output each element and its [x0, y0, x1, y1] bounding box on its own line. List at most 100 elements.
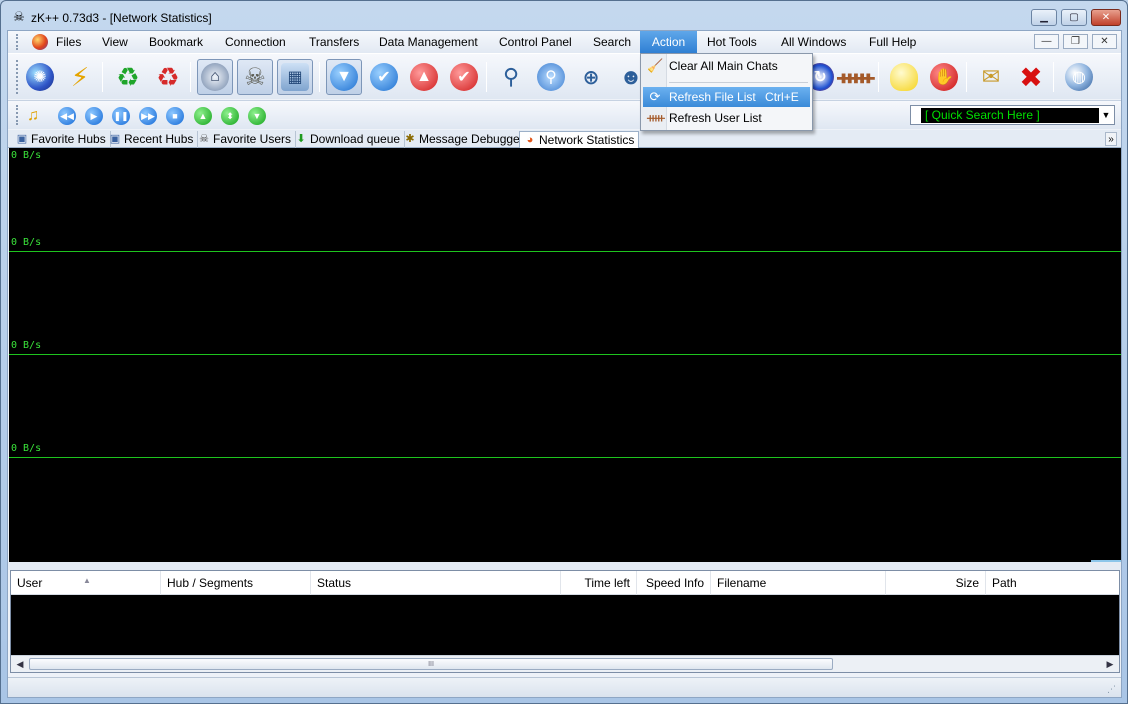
- network-button[interactable]: ✺: [22, 59, 58, 95]
- column-header-filename[interactable]: Filename: [711, 571, 886, 595]
- menu-full-help[interactable]: Full Help: [861, 31, 924, 53]
- tab-label: Download queue: [310, 132, 401, 146]
- rate-label: 0 B/s: [11, 237, 42, 248]
- quick-search-combo[interactable]: ▼: [910, 105, 1115, 125]
- reconnect-button[interactable]: ⚡: [62, 59, 98, 95]
- download-button[interactable]: ▼: [326, 59, 362, 95]
- cubes-button[interactable]: ▦: [277, 59, 313, 95]
- scroll-thumb[interactable]: III: [29, 658, 833, 670]
- sort-ascending-icon: ▲: [83, 576, 91, 585]
- window-title: zK++ 0.73d3 - [Network Statistics]: [31, 11, 212, 25]
- quick-search-input[interactable]: [921, 108, 1099, 123]
- menu-grip[interactable]: [16, 34, 19, 50]
- search-spy-button[interactable]: ⚲: [533, 59, 569, 95]
- scroll-left-icon[interactable]: ◀: [12, 657, 28, 671]
- zoom-in-button[interactable]: ⊕: [573, 59, 609, 95]
- menu-item-refresh-user-list[interactable]: ᚔ Refresh User List: [643, 108, 810, 128]
- play-icon[interactable]: ▶: [85, 107, 103, 125]
- menu-bookmark[interactable]: Bookmark: [141, 31, 211, 53]
- checkmark-red-button[interactable]: ✔: [446, 59, 482, 95]
- tab-message-debugger[interactable]: ✱ Message Debugger: [400, 131, 529, 148]
- toolbar-separator: [1053, 62, 1054, 92]
- mail-button[interactable]: ✉: [973, 59, 1009, 95]
- menu-hot-tools[interactable]: Hot Tools: [699, 31, 765, 53]
- menu-transfers[interactable]: Transfers: [301, 31, 367, 53]
- tab-favorite-users[interactable]: ☠ Favorite Users: [194, 131, 297, 148]
- menu-all-windows[interactable]: All Windows: [773, 31, 854, 53]
- toolbar-separator: [966, 62, 967, 92]
- column-header-path[interactable]: Path: [986, 571, 1119, 595]
- app-menu-icon[interactable]: [32, 34, 48, 50]
- column-header-speed-info[interactable]: Speed Info: [637, 571, 711, 595]
- public-hubs-icon: ⌂: [201, 63, 229, 91]
- up-down-arrow-icon[interactable]: ⬍: [221, 107, 239, 125]
- column-header-user[interactable]: User ▲: [11, 571, 161, 595]
- mdi-minimize-button[interactable]: —: [1034, 34, 1059, 49]
- mdi-close-button[interactable]: ✕: [1092, 34, 1117, 49]
- menu-connection[interactable]: Connection: [217, 31, 294, 53]
- chevron-down-icon[interactable]: ▼: [1100, 108, 1112, 123]
- rate-label: 0 B/s: [11, 443, 42, 454]
- column-header-hub-segments[interactable]: Hub / Segments: [161, 571, 311, 595]
- menu-item-clear-all-main-chats[interactable]: 🧹 Clear All Main Chats: [643, 56, 810, 76]
- toolbar-grip[interactable]: [16, 105, 19, 125]
- users-group-button[interactable]: ᚔ: [837, 59, 874, 95]
- resize-grip-icon[interactable]: ⋰: [1107, 683, 1119, 695]
- column-header-size[interactable]: Size: [886, 571, 986, 595]
- tab-recent-hubs[interactable]: ▣ Recent Hubs: [105, 131, 199, 148]
- toolbar-grip[interactable]: [16, 60, 19, 94]
- status-bar: ⋰: [8, 677, 1121, 697]
- search-button[interactable]: ⚲: [493, 59, 529, 95]
- maximize-button[interactable]: ▢: [1061, 9, 1087, 26]
- tab-download-queue[interactable]: ⬇ Download queue: [291, 131, 406, 148]
- search-spy-icon: ⚲: [537, 63, 565, 91]
- menu-separator: [669, 82, 808, 83]
- stop-media-icon[interactable]: ■: [166, 107, 184, 125]
- column-header-status[interactable]: Status: [311, 571, 561, 595]
- lightning-icon: ⚡: [70, 61, 90, 92]
- fast-forward-icon[interactable]: ▶▶: [139, 107, 157, 125]
- checkmark-button[interactable]: ✔: [366, 59, 402, 95]
- upload-button[interactable]: ▲: [406, 59, 442, 95]
- rewind-icon[interactable]: ◀◀: [58, 107, 76, 125]
- horizontal-scrollbar[interactable]: ◀ III ▶: [11, 655, 1119, 672]
- menu-data-management[interactable]: Data Management: [371, 31, 486, 53]
- menu-control-panel[interactable]: Control Panel: [491, 31, 580, 53]
- tab-scroll-button[interactable]: »: [1105, 132, 1117, 146]
- tab-network-statistics[interactable]: ◕ Network Statistics: [519, 131, 640, 148]
- recycle-red-button[interactable]: ♻: [150, 59, 186, 95]
- tab-favorite-hubs[interactable]: ▣ Favorite Hubs: [12, 131, 111, 148]
- stop-button[interactable]: ✋: [926, 59, 962, 95]
- menu-search[interactable]: Search: [585, 31, 639, 53]
- toolbar-separator: [319, 62, 320, 92]
- menu-item-refresh-file-list[interactable]: ⟳ Refresh File List Ctrl+E: [643, 87, 810, 107]
- favorite-users-icon: ☠: [199, 133, 209, 145]
- up-arrow-icon[interactable]: ▲: [194, 107, 212, 125]
- recycle-green-button[interactable]: ♻: [110, 59, 146, 95]
- menu-action[interactable]: Action: [640, 31, 697, 53]
- public-hubs-button[interactable]: ⌂: [197, 59, 233, 95]
- close-x-button[interactable]: ✖: [1013, 59, 1049, 95]
- skull-crossbones-icon[interactable]: ☠: [11, 9, 27, 25]
- skull-button[interactable]: ☠: [237, 59, 273, 95]
- tab-label: Favorite Hubs: [31, 132, 106, 146]
- pane-splitter[interactable]: [8, 562, 1121, 570]
- lightbulb-button[interactable]: [886, 59, 922, 95]
- menu-item-shortcut: Ctrl+E: [765, 90, 799, 104]
- menu-files[interactable]: Files: [48, 31, 89, 53]
- music-note-icon[interactable]: ♫: [24, 107, 42, 125]
- menu-view[interactable]: View: [94, 31, 136, 53]
- toolbar-separator: [878, 62, 879, 92]
- settings-globe-button[interactable]: ◍: [1061, 59, 1097, 95]
- title-bar[interactable]: ☠ zK++ 0.73d3 - [Network Statistics] ▁ ▢…: [1, 1, 1127, 31]
- down-arrow-icon[interactable]: ▼: [248, 107, 266, 125]
- network-statistics-graph: 0 B/s 0 B/s 0 B/s 0 B/s: [9, 148, 1121, 562]
- transfer-list[interactable]: User ▲ Hub / Segments Status Time left S…: [10, 570, 1120, 673]
- mail-icon: ✉: [981, 64, 1001, 89]
- column-header-time-left[interactable]: Time left: [561, 571, 637, 595]
- scroll-right-icon[interactable]: ▶: [1102, 657, 1118, 671]
- minimize-button[interactable]: ▁: [1031, 9, 1057, 26]
- pause-icon[interactable]: ❚❚: [112, 107, 130, 125]
- mdi-restore-button[interactable]: ❐: [1063, 34, 1088, 49]
- close-button[interactable]: ✕: [1091, 9, 1121, 26]
